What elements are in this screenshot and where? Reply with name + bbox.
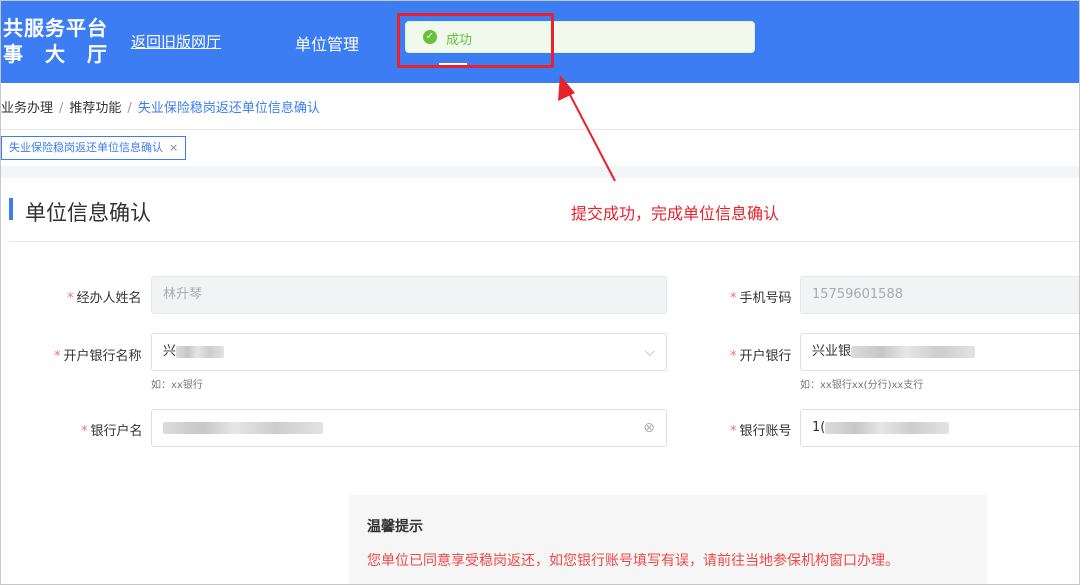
- page: 共服务平台 事大厅 返回旧版网厅 单位管理 ✓ 成功 业务办理 / 推荐功能 / 失业保…: [0, 0, 1080, 585]
- annotation-arrow: [558, 75, 616, 182]
